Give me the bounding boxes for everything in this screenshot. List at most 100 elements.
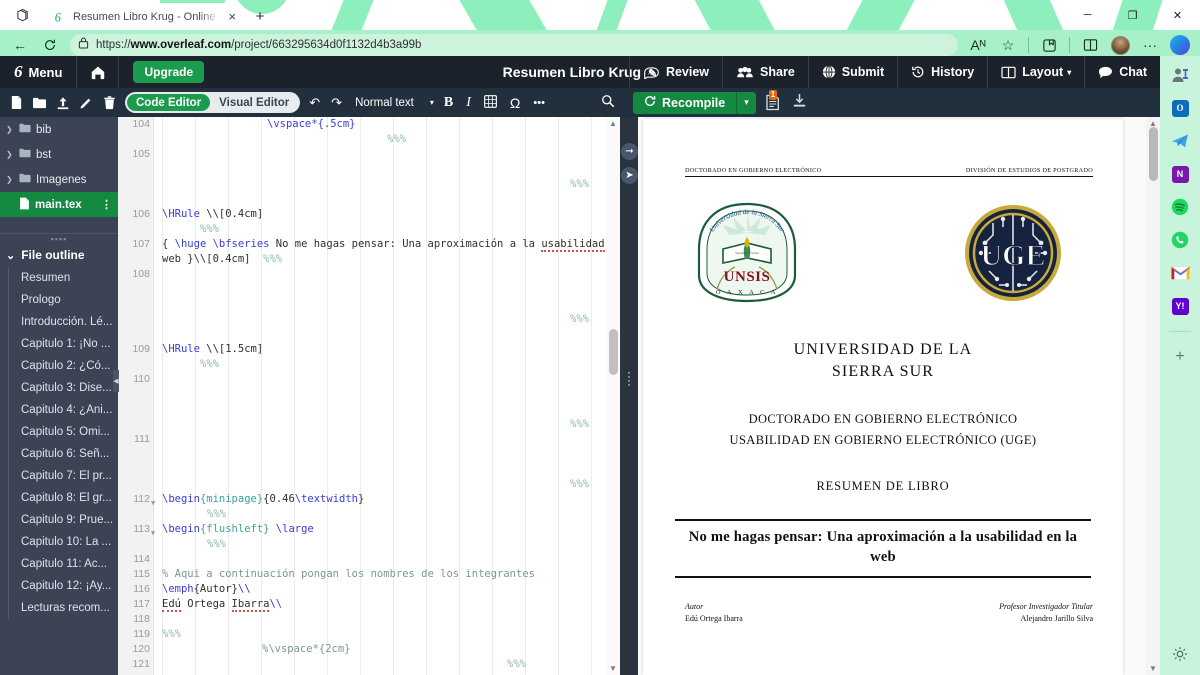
add-sidebar-app-button[interactable]: + [1169,346,1191,368]
telegram-icon[interactable] [1169,130,1191,152]
layout-button[interactable]: Layout ▾ [987,56,1084,88]
file-tree-item-main-tex[interactable]: main.tex ⋮ [0,192,118,217]
undo-icon[interactable]: ↶ [307,95,322,111]
minimize-button[interactable]: ─ [1065,0,1110,30]
editor-scrollbar[interactable]: ▲ ▼ [606,117,620,675]
close-window-button[interactable]: ✕ [1155,0,1200,30]
search-icon[interactable] [601,94,615,111]
chevron-right-icon[interactable]: ❯ [6,175,14,184]
outline-item[interactable]: Capitulo 7: El pr... [21,465,118,487]
file-tree-item-imagenes[interactable]: ❯ Imagenes [0,167,118,192]
editor-pdf-splitter[interactable]: ➞ ➤ ▪ ▪ ▪ ▪ [620,117,638,675]
browser-more-icon[interactable]: ··· [1136,33,1164,57]
review-button[interactable]: Ab Review [628,56,722,88]
copilot-user-icon[interactable] [1169,64,1191,86]
pdf-author: Autor Edú Ortega Ibarra [685,601,743,624]
outline-item[interactable]: Capitulo 5: Omi... [21,421,118,443]
copilot-icon[interactable] [1166,33,1194,57]
gear-icon[interactable] [1172,646,1188,665]
close-icon[interactable]: × [226,10,238,23]
outline-item[interactable]: Capitulo 10: La ... [21,531,118,553]
new-folder-icon[interactable] [29,92,49,114]
back-icon[interactable]: ← [6,33,34,57]
table-icon[interactable] [481,94,500,111]
text-style-select[interactable]: Normal text ▾ [355,97,434,109]
sync-code-to-pdf-button[interactable]: ➞ [621,143,638,160]
code-text-area[interactable]: 104 \vspace*{.5cm}%%% 105%%% 106 \HRule \\[0… [118,117,620,675]
outline-item[interactable]: Resumen [21,267,118,289]
tab-code-editor[interactable]: Code Editor [127,94,211,111]
pdf-scrollbar-thumb[interactable] [1149,127,1158,181]
gmail-icon[interactable] [1169,262,1191,284]
sync-pdf-to-code-button[interactable]: ➤ [621,167,638,184]
bold-button[interactable]: B [441,95,456,111]
new-file-icon[interactable] [6,92,26,114]
read-aloud-icon[interactable]: Aᴺ [964,33,992,57]
sidebar-collapse-handle[interactable]: ◀ [113,370,119,392]
file-tree-item-bib[interactable]: ❯ bib [0,117,118,142]
new-tab-button[interactable]: + [248,5,272,27]
outline-item[interactable]: Prologo [21,289,118,311]
editor-scrollbar-thumb[interactable] [609,329,618,375]
outline-item[interactable]: Capitulo 11: Ac... [21,553,118,575]
workspaces-icon[interactable] [6,3,40,27]
scroll-down-arrow[interactable]: ▼ [608,664,618,673]
fold-toggle-icon[interactable]: ▼ [151,526,155,541]
delete-icon[interactable] [100,92,120,114]
file-tree-item-bst[interactable]: ❯ bst [0,142,118,167]
outline-item[interactable]: Capitulo 12: ¡Ay... [21,575,118,597]
outline-item[interactable]: Lecturas recom... [21,597,118,619]
outline-item[interactable]: Capitulo 9: Prue... [21,509,118,531]
outline-item[interactable]: Capitulo 8: El gr... [21,487,118,509]
yahoo-icon[interactable]: Y! [1169,295,1191,317]
favorite-star-icon[interactable]: ☆ [994,33,1022,57]
fold-toggle-icon[interactable]: ▼ [151,496,155,511]
share-button[interactable]: Share [722,56,808,88]
upload-icon[interactable] [53,92,73,114]
browser-tab[interactable]: 6 Resumen Libro Krug - Online LaT × [44,3,244,30]
code-editor[interactable]: 104 \vspace*{.5cm}%%% 105%%% 106 \HRule \\[0… [118,117,620,675]
file-outline-header[interactable]: ⌄ File outline [0,243,118,267]
overleaf-menu-button[interactable]: 6 Menu [0,56,78,88]
split-screen-icon[interactable] [1076,33,1104,57]
chat-button[interactable]: Chat [1084,56,1160,88]
outlook-icon[interactable]: O [1169,97,1191,119]
rename-icon[interactable] [76,92,96,114]
chevron-right-icon[interactable]: ❯ [6,125,14,134]
pdf-preview-pane[interactable]: DOCTORADO EN GOBIERNO ELECTRÓNICO DIVISI… [638,117,1160,675]
recompile-button[interactable]: Recompile ▾ [633,91,756,114]
more-formatting-icon[interactable]: ••• [530,97,548,109]
profile-avatar[interactable] [1106,33,1134,57]
symbol-omega-button[interactable]: Ω [507,95,523,111]
refresh-icon[interactable] [36,33,64,57]
submit-button[interactable]: Submit [807,56,897,88]
outline-item[interactable]: Capitulo 6: Señ... [21,443,118,465]
pdf-scrollbar[interactable]: ▲ ▼ [1146,117,1160,675]
history-button[interactable]: History [897,56,987,88]
pdf-scroll-down-arrow[interactable]: ▼ [1148,664,1158,673]
download-pdf-icon[interactable] [792,93,807,113]
outline-item[interactable]: Capitulo 3: Dise... [21,377,118,399]
logs-icon[interactable]: 1 [765,89,783,112]
outline-item[interactable]: Capitulo 1: ¡No ... [21,333,118,355]
upgrade-button[interactable]: Upgrade [133,61,205,83]
redo-icon[interactable]: ↷ [329,95,344,111]
sidebar-resize-handle[interactable]: ▪▪▪▪ [0,233,118,244]
home-icon[interactable] [77,56,120,88]
maximize-button[interactable]: ❐ [1110,0,1155,30]
editor-mode-switch[interactable]: Code Editor Visual Editor [125,92,301,113]
chevron-right-icon[interactable]: ❯ [6,150,14,159]
recompile-dropdown-caret[interactable]: ▾ [736,91,756,114]
outline-item[interactable]: Capitulo 2: ¿Có... [21,355,118,377]
onenote-icon[interactable]: N [1169,163,1191,185]
file-actions-menu-icon[interactable]: ⋮ [101,198,112,211]
address-bar[interactable]: https://www.overleaf.com/project/6632956… [70,34,958,56]
spotify-icon[interactable] [1169,196,1191,218]
outline-item[interactable]: Introducción. Lé... [21,311,118,333]
tab-visual-editor[interactable]: Visual Editor [210,94,298,111]
collections-icon[interactable] [1035,33,1063,57]
italic-button[interactable]: I [463,95,474,111]
scroll-up-arrow[interactable]: ▲ [608,119,618,128]
whatsapp-icon[interactable] [1169,229,1191,251]
outline-item[interactable]: Capitulo 4: ¿Ani... [21,399,118,421]
